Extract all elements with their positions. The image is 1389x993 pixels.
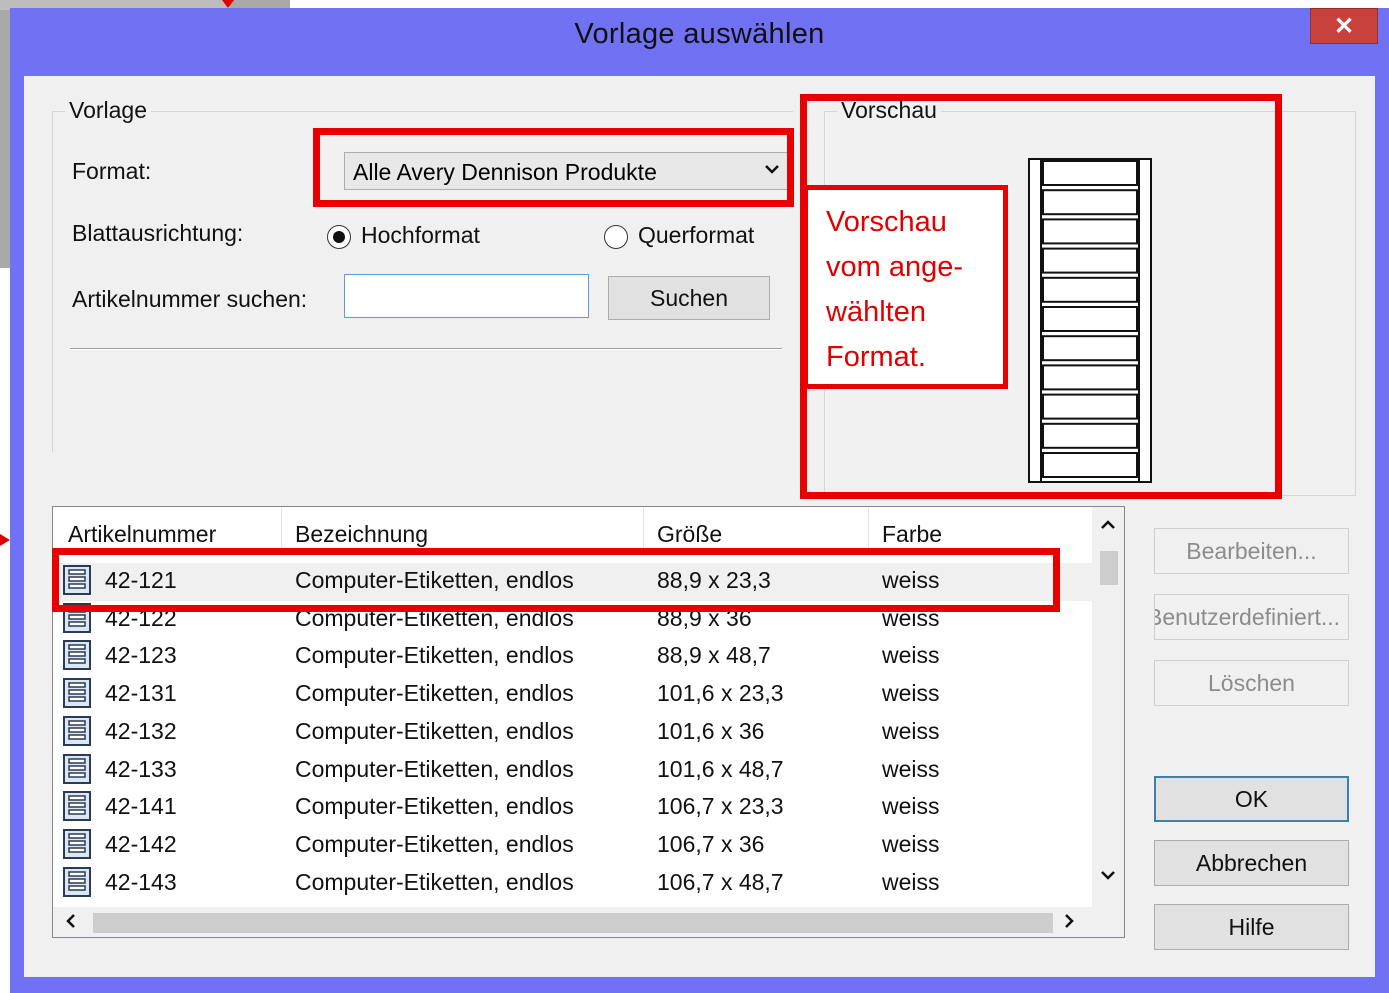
cell-nr: 42-142 xyxy=(105,830,177,857)
cell-color: weiss xyxy=(882,717,940,744)
table-row[interactable]: 42-143 Computer-Etiketten, endlos 106,7 x … xyxy=(53,865,1093,903)
cell-color: weiss xyxy=(882,680,940,707)
ok-button[interactable]: OK xyxy=(1154,776,1349,822)
dialog-title: Vorlage auswählen xyxy=(574,18,825,50)
label-sheet-icon xyxy=(63,866,91,902)
annotation-line: Vorschau xyxy=(826,206,947,238)
cell-size: 106,7 x 36 xyxy=(657,830,765,857)
horizontal-scrollbar[interactable] xyxy=(53,907,1124,937)
horizontal-scroll-thumb[interactable] xyxy=(93,913,1053,933)
help-button[interactable]: Hilfe xyxy=(1154,904,1349,950)
cell-nr: 42-132 xyxy=(105,717,177,744)
cell-name: Computer-Etiketten, endlos xyxy=(295,755,574,782)
cell-size: 101,6 x 36 xyxy=(657,717,765,744)
cell-color: weiss xyxy=(882,830,940,857)
label-sheet-icon xyxy=(63,828,91,864)
table-row[interactable]: 42-133 Computer-Etiketten, endlos 101,6 x … xyxy=(53,752,1093,790)
column-header-artikelnummer[interactable]: Artikelnummer xyxy=(68,521,216,548)
cell-nr: 42-133 xyxy=(105,755,177,782)
column-header-bezeichnung[interactable]: Bezeichnung xyxy=(295,521,428,548)
scroll-up-icon[interactable] xyxy=(1100,515,1116,536)
annotation-selected-row-highlight xyxy=(52,548,1060,612)
label-sheet-icon xyxy=(63,753,91,789)
cell-color: weiss xyxy=(882,793,940,820)
list-header: Artikelnummer Bezeichnung Größe Farbe xyxy=(53,507,1093,553)
cancel-button[interactable]: Abbrechen xyxy=(1154,840,1349,886)
cell-nr: 42-143 xyxy=(105,868,177,895)
portrait-radio[interactable] xyxy=(327,225,351,249)
cell-name: Computer-Etiketten, endlos xyxy=(295,680,574,707)
cell-size: 106,7 x 23,3 xyxy=(657,793,784,820)
column-separator[interactable] xyxy=(643,507,644,551)
column-header-groesse[interactable]: Größe xyxy=(657,521,722,548)
preview-annotation-note: Vorschau vom ange- wählten Format. xyxy=(803,185,1008,389)
table-row[interactable]: 42-142 Computer-Etiketten, endlos 106,7 x … xyxy=(53,827,1093,865)
article-search-input[interactable] xyxy=(344,274,589,318)
vorlage-legend: Vorlage xyxy=(65,97,152,124)
column-header-farbe[interactable]: Farbe xyxy=(882,521,942,548)
cell-name: Computer-Etiketten, endlos xyxy=(295,793,574,820)
cell-nr: 42-141 xyxy=(105,793,177,820)
cell-color: weiss xyxy=(882,642,940,669)
scroll-down-icon[interactable] xyxy=(1100,865,1116,886)
annotation-format-highlight xyxy=(313,128,794,207)
label-sheet-icon xyxy=(63,715,91,751)
cell-size: 106,7 x 48,7 xyxy=(657,868,784,895)
cell-color: weiss xyxy=(882,868,940,895)
annotation-arrow-top xyxy=(222,0,234,8)
portrait-label[interactable]: Hochformat xyxy=(361,222,480,249)
landscape-label[interactable]: Querformat xyxy=(638,222,754,249)
cell-size: 101,6 x 23,3 xyxy=(657,680,784,707)
orientation-label: Blattausrichtung: xyxy=(72,220,244,246)
cell-name: Computer-Etiketten, endlos xyxy=(295,717,574,744)
label-sheet-icon xyxy=(63,791,91,826)
cell-nr: 42-131 xyxy=(105,680,177,707)
column-separator[interactable] xyxy=(281,507,282,551)
separator-line xyxy=(70,348,782,350)
custom-button-label: Benutzerdefiniert... xyxy=(1154,603,1341,630)
edit-button[interactable]: Bearbeiten... xyxy=(1154,528,1349,574)
annotation-line: wählten xyxy=(826,296,926,328)
table-row[interactable]: 42-141 Computer-Etiketten, endlos 106,7 x … xyxy=(53,789,1093,827)
annotation-arrow-left xyxy=(0,534,10,546)
landscape-radio[interactable] xyxy=(604,225,628,249)
annotation-line: Format. xyxy=(826,341,926,373)
search-label: Artikelnummer suchen: xyxy=(72,286,308,312)
cell-name: Computer-Etiketten, endlos xyxy=(295,830,574,857)
custom-button[interactable]: Benutzerdefiniert... xyxy=(1154,594,1349,640)
column-separator[interactable] xyxy=(868,507,869,551)
label-sheet-icon xyxy=(63,640,91,675)
table-row[interactable]: 42-132 Computer-Etiketten, endlos 101,6 x … xyxy=(53,714,1093,752)
close-button[interactable]: ✕ xyxy=(1310,8,1378,44)
cell-size: 101,6 x 48,7 xyxy=(657,755,784,782)
cell-name: Computer-Etiketten, endlos xyxy=(295,642,574,669)
table-row[interactable]: 42-131 Computer-Etiketten, endlos 101,6 x … xyxy=(53,676,1093,714)
cell-nr: 42-123 xyxy=(105,642,177,669)
cell-name: Computer-Etiketten, endlos xyxy=(295,868,574,895)
search-button[interactable]: Suchen xyxy=(608,276,770,320)
cell-size: 88,9 x 48,7 xyxy=(657,642,771,669)
annotation-line: vom ange- xyxy=(826,251,964,283)
label-sheet-icon xyxy=(63,678,91,713)
cell-color: weiss xyxy=(882,755,940,782)
delete-button[interactable]: Löschen xyxy=(1154,660,1349,706)
format-label: Format: xyxy=(72,158,152,184)
vertical-scroll-thumb[interactable] xyxy=(1100,551,1118,585)
scroll-left-icon[interactable] xyxy=(65,913,77,934)
close-icon: ✕ xyxy=(1333,12,1355,40)
vertical-scrollbar[interactable] xyxy=(1092,507,1124,907)
scroll-right-icon[interactable] xyxy=(1063,913,1075,934)
table-row[interactable]: 42-123 Computer-Etiketten, endlos 88,9 x 4… xyxy=(53,638,1093,676)
